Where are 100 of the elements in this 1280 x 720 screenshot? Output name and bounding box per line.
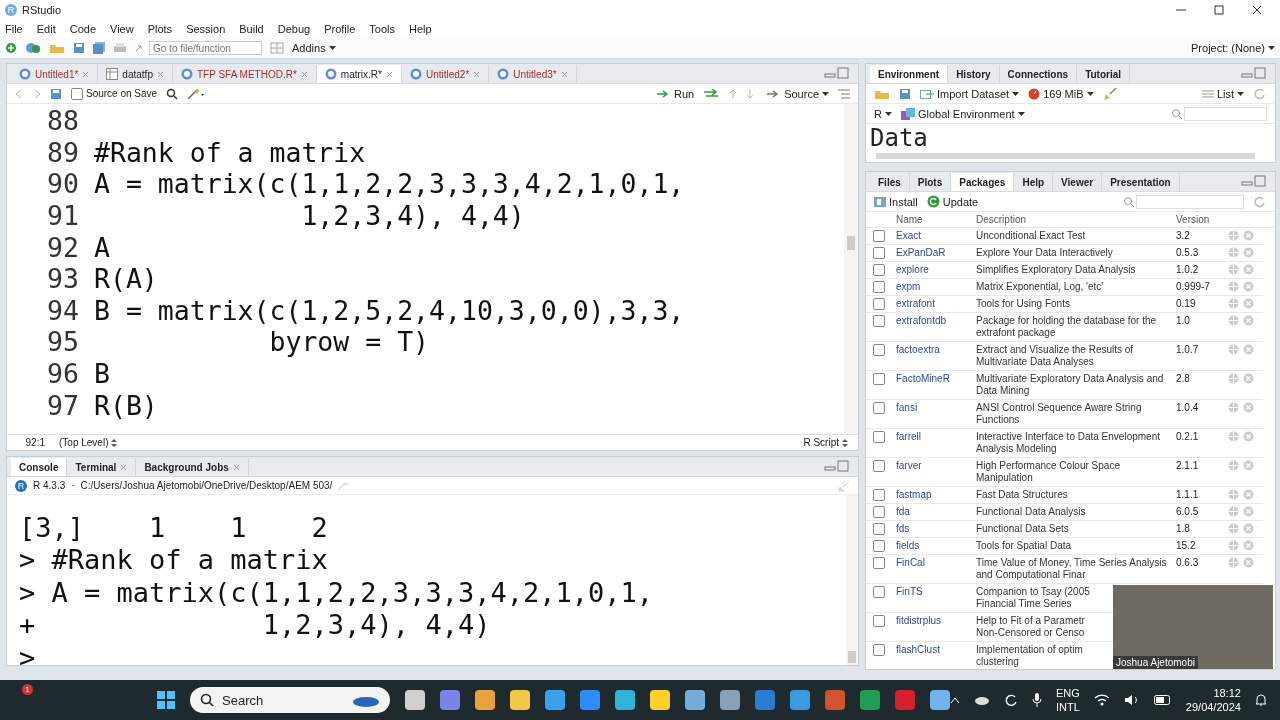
pane-size-icon[interactable] — [1241, 175, 1267, 187]
broom-icon[interactable] — [1102, 86, 1117, 101]
remove-icon[interactable] — [1243, 460, 1254, 471]
column-header[interactable]: Description — [976, 214, 1176, 225]
chevron-up-icon[interactable] — [950, 696, 960, 704]
menu-item[interactable]: Tools — [369, 22, 396, 35]
package-checkbox[interactable] — [873, 315, 885, 327]
file-tab[interactable]: Untitled2* — [401, 65, 490, 83]
menu-item[interactable]: Help — [409, 22, 432, 35]
menu-item[interactable]: Session — [186, 22, 226, 35]
remove-icon[interactable] — [1243, 489, 1254, 500]
search-field[interactable] — [1184, 106, 1267, 121]
menu-item[interactable]: Edit — [36, 22, 56, 35]
console-tab[interactable]: Background Jobs — [136, 458, 249, 476]
package-link[interactable]: fitdistrplus — [896, 615, 976, 627]
bell-icon[interactable] — [1254, 693, 1267, 707]
package-checkbox[interactable] — [873, 344, 885, 356]
microphone-icon[interactable] — [1032, 693, 1042, 707]
language-selector[interactable]: R — [874, 107, 892, 120]
magic-wand-icon[interactable] — [187, 87, 206, 100]
remove-icon[interactable] — [1243, 557, 1254, 568]
package-link[interactable]: Exact — [896, 230, 976, 242]
remove-icon[interactable] — [1243, 230, 1254, 241]
remove-icon[interactable] — [1243, 373, 1254, 384]
remove-icon[interactable] — [1243, 298, 1254, 309]
globe-icon[interactable] — [1228, 315, 1239, 326]
scope-selector[interactable]: (Top Level) — [59, 437, 118, 448]
package-checkbox[interactable] — [873, 281, 885, 293]
pane-size-icon[interactable] — [1241, 67, 1267, 79]
globe-icon[interactable] — [1228, 489, 1239, 500]
package-checkbox[interactable] — [873, 373, 885, 385]
file-tab[interactable]: matrix.R* — [316, 65, 402, 83]
scrollbar-thumb[interactable] — [848, 651, 856, 663]
package-checkbox[interactable] — [873, 506, 885, 518]
battery-icon[interactable] — [1153, 695, 1172, 705]
menu-item[interactable]: Debug — [277, 22, 311, 35]
save-icon[interactable] — [899, 87, 911, 100]
package-checkbox[interactable] — [873, 247, 885, 259]
back-forward-icon[interactable] — [15, 87, 41, 100]
package-checkbox[interactable] — [873, 298, 885, 310]
scrollbar-thumb[interactable] — [847, 236, 855, 250]
package-link[interactable]: flashClust — [896, 644, 976, 656]
globe-icon[interactable] — [1228, 540, 1239, 551]
menu-item[interactable]: Profile — [324, 22, 356, 35]
cloud-icon[interactable] — [974, 695, 990, 705]
source-button[interactable]: Source — [767, 87, 829, 100]
menu-item[interactable]: View — [110, 22, 134, 35]
globe-icon[interactable] — [1228, 264, 1239, 275]
close-icon[interactable] — [1252, 4, 1262, 15]
package-link[interactable]: extrafontdb — [896, 315, 976, 327]
clock-date[interactable]: 29/04/2024 — [1185, 700, 1241, 714]
save-icon[interactable] — [73, 42, 85, 54]
remove-icon[interactable] — [1243, 402, 1254, 413]
pane-size-icon[interactable] — [824, 67, 850, 79]
files-pane-tab[interactable]: Presentation — [1102, 173, 1180, 191]
package-checkbox[interactable] — [873, 523, 885, 535]
menu-item[interactable]: Plots — [147, 22, 173, 35]
remove-icon[interactable] — [1243, 431, 1254, 442]
package-checkbox[interactable] — [873, 644, 885, 656]
globe-icon[interactable] — [1228, 431, 1239, 442]
input-language[interactable]: ENG — [1056, 686, 1080, 700]
package-link[interactable]: FinTS — [896, 586, 976, 598]
file-tab[interactable]: datatfp — [98, 65, 173, 83]
import-dataset-button[interactable]: Import Dataset — [920, 87, 1020, 100]
file-tab[interactable]: TFP SFA METHOD.R* — [172, 65, 317, 83]
save-icon[interactable] — [50, 87, 62, 100]
globe-icon[interactable] — [1228, 281, 1239, 292]
column-header[interactable]: Version — [1176, 214, 1236, 225]
globe-icon[interactable] — [1228, 460, 1239, 471]
remove-icon[interactable] — [1243, 540, 1254, 551]
grid-icon[interactable] — [270, 42, 284, 54]
package-link[interactable]: FinCal — [896, 557, 976, 569]
project-icon[interactable] — [25, 42, 41, 54]
remove-icon[interactable] — [1243, 264, 1254, 275]
column-header[interactable]: Name — [896, 214, 976, 225]
windows-start-icon[interactable] — [157, 691, 175, 709]
package-link[interactable]: factoextra — [896, 344, 976, 356]
package-link[interactable]: fields — [896, 540, 976, 552]
file-tab[interactable]: Untitled3* — [489, 65, 577, 83]
package-link[interactable]: ExPanDaR — [896, 247, 976, 259]
package-checkbox[interactable] — [873, 540, 885, 552]
install-button[interactable]: Install — [874, 195, 918, 208]
console-tab[interactable]: Console — [11, 458, 68, 476]
globe-icon[interactable] — [1228, 557, 1239, 568]
menu-item[interactable]: Build — [239, 22, 264, 35]
speaker-icon[interactable] — [1123, 694, 1140, 706]
file-tab[interactable]: Untitled1* — [11, 65, 99, 83]
remove-icon[interactable] — [1243, 523, 1254, 534]
menu-item[interactable]: File — [5, 22, 23, 35]
update-button[interactable]: Update — [926, 195, 979, 208]
package-checkbox[interactable] — [873, 557, 885, 569]
globe-icon[interactable] — [1228, 373, 1239, 384]
horizontal-scrollbar[interactable] — [876, 153, 1255, 159]
package-link[interactable]: expm — [896, 281, 976, 293]
view-mode-button[interactable]: List — [1201, 87, 1244, 100]
remove-icon[interactable] — [1243, 344, 1254, 355]
sync-icon[interactable] — [1004, 693, 1018, 707]
refresh-icon[interactable] — [1253, 195, 1267, 208]
globe-icon[interactable] — [1228, 402, 1239, 413]
package-link[interactable]: farrell — [896, 431, 976, 443]
